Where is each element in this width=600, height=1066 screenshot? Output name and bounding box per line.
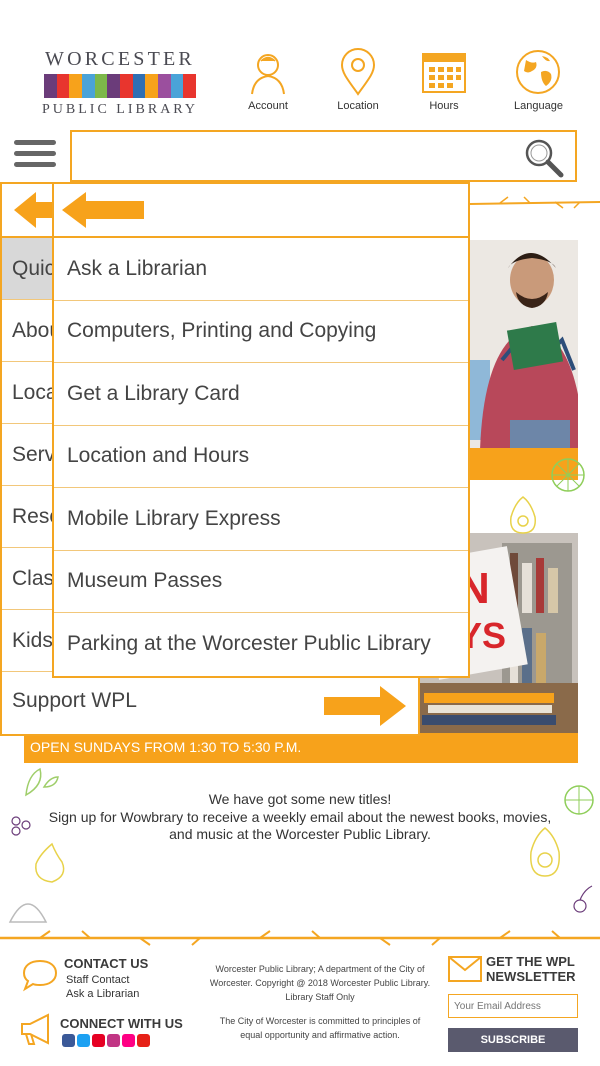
menu-item-label: Support WPL xyxy=(12,689,137,712)
forward-arrow-icon[interactable] xyxy=(322,684,408,728)
flickr-icon[interactable] xyxy=(122,1034,135,1047)
leaf-doodle-icon xyxy=(25,767,59,797)
nav-language[interactable]: Language xyxy=(514,48,563,112)
logo-strip-block xyxy=(132,74,146,98)
submenu-item-label: Computers, Printing and Copying xyxy=(67,319,377,343)
globe-icon xyxy=(516,50,561,94)
envelope-icon xyxy=(448,956,482,982)
nav-account-label: Account xyxy=(248,100,288,112)
avocado-doodle-icon xyxy=(510,496,536,534)
menu-item-label: Kids xyxy=(12,628,53,652)
nav-language-label: Language xyxy=(514,100,563,112)
hamburger-line xyxy=(14,151,56,156)
logo-color-strip xyxy=(44,74,197,98)
megaphone-icon xyxy=(21,1013,49,1045)
logo-strip-block xyxy=(158,74,171,98)
pear-doodle-icon xyxy=(35,842,65,883)
youtube-icon[interactable] xyxy=(137,1034,150,1047)
newsletter-email-input[interactable] xyxy=(448,994,578,1018)
promo-title: We have got some new titles! xyxy=(208,791,392,807)
search-box[interactable] xyxy=(70,130,577,182)
submenu-item-label: Parking at the Worcester Public Library xyxy=(67,632,431,656)
subscribe-button[interactable]: SUBSCRIBE xyxy=(448,1028,578,1052)
chat-bubble-icon xyxy=(22,959,58,992)
submenu-item-label: Mobile Library Express xyxy=(67,506,281,530)
logo-strip-block xyxy=(44,74,57,98)
logo-line-1: WORCESTER xyxy=(45,48,195,70)
nav-account[interactable]: Account xyxy=(244,48,292,112)
instagram-icon[interactable] xyxy=(107,1034,120,1047)
contact-us-heading: CONTACT US xyxy=(64,956,149,971)
submenu-item-label: Location and Hours xyxy=(67,444,250,468)
berries-doodle-icon xyxy=(11,816,31,836)
ask-a-librarian-link[interactable]: Ask a Librarian xyxy=(66,988,139,1000)
search-icon[interactable] xyxy=(523,138,565,178)
twitter-icon[interactable] xyxy=(77,1034,90,1047)
logo-strip-block xyxy=(145,74,159,98)
wowbrary-promo[interactable]: We have got some new titles! Sign up for… xyxy=(40,791,560,844)
account-icon xyxy=(251,54,285,95)
connect-with-us-heading: CONNECT WITH US xyxy=(60,1016,183,1031)
submenu-item-ask-a-librarian[interactable]: Ask a Librarian xyxy=(54,238,468,301)
submenu-item-get-a-library-card[interactable]: Get a Library Card xyxy=(54,363,468,426)
nav-hours-label: Hours xyxy=(429,100,459,112)
decorative-twig xyxy=(470,196,600,209)
melon-slice-doodle-icon xyxy=(8,903,48,923)
facebook-icon[interactable] xyxy=(62,1034,75,1047)
reader-photo xyxy=(470,240,578,450)
submenu-item-museum-passes[interactable]: Museum Passes xyxy=(54,551,468,613)
newsletter-heading-line-2: NEWSLETTER xyxy=(486,969,576,984)
search-input[interactable] xyxy=(78,140,518,174)
submenu-item-mobile-library-express[interactable]: Mobile Library Express xyxy=(54,488,468,551)
submenu-item-label: Ask a Librarian xyxy=(67,256,208,280)
copyright-text: Worcester Public Library; A department o… xyxy=(209,964,431,1002)
location-pin-icon xyxy=(340,48,376,96)
hamburger-line xyxy=(14,162,56,167)
nav-location[interactable]: Location xyxy=(334,48,382,112)
calendar-icon xyxy=(422,53,466,93)
logo-strip-block xyxy=(170,74,184,98)
hamburger-menu-button[interactable] xyxy=(14,140,56,172)
hamburger-line xyxy=(14,140,56,145)
pinterest-icon[interactable] xyxy=(92,1034,105,1047)
nav-hours[interactable]: Hours xyxy=(420,48,468,112)
submenu-item-label: Museum Passes xyxy=(67,569,223,593)
submenu-list: Ask a Librarian Computers, Printing and C… xyxy=(54,238,468,676)
logo-line-2: PUBLIC LIBRARY xyxy=(42,102,198,117)
logo-strip-block xyxy=(82,74,95,98)
footer-divider-twig xyxy=(0,930,600,946)
logo-strip-block xyxy=(183,74,197,98)
submenu-item-label: Get a Library Card xyxy=(67,381,240,405)
submenu-item-computers-printing-and-copying[interactable]: Computers, Printing and Copying xyxy=(54,301,468,363)
staff-contact-link[interactable]: Staff Contact xyxy=(66,974,129,986)
social-icons-row xyxy=(62,1034,150,1047)
logo-strip-block xyxy=(69,74,83,98)
logo-strip-block xyxy=(56,74,70,98)
logo-strip-block xyxy=(94,74,108,98)
submenu-item-parking-at-the-worcester-public-library[interactable]: Parking at the Worcester Public Library xyxy=(54,613,468,676)
submenu-item-location-and-hours[interactable]: Location and Hours xyxy=(54,426,468,488)
submenu-header xyxy=(54,184,468,238)
cherry-doodle-icon xyxy=(573,885,593,913)
citrus-doodle-icon xyxy=(551,458,585,492)
submenu-panel: Ask a Librarian Computers, Printing and C… xyxy=(52,182,470,678)
logo-strip-block xyxy=(120,74,133,98)
avocado-doodle-icon xyxy=(530,827,560,877)
equal-opportunity-text: The City of Worcester is committed to pr… xyxy=(219,1016,421,1040)
newsletter-heading: GET THE WPL NEWSLETTER xyxy=(486,954,576,984)
promo-body: Sign up for Wowbrary to receive a weekly… xyxy=(48,808,552,843)
newsletter-heading-line-1: GET THE WPL xyxy=(486,954,575,969)
hero-image-reader[interactable] xyxy=(470,240,578,450)
open-sundays-banner: OPEN SUNDAYS FROM 1:30 TO 5:30 P.M. xyxy=(24,733,578,763)
library-logo[interactable]: WORCESTER PUBLIC LIBRARY xyxy=(40,48,200,118)
back-arrow-icon[interactable] xyxy=(12,190,56,230)
logo-strip-block xyxy=(107,74,121,98)
back-arrow-icon[interactable] xyxy=(60,190,146,230)
nav-location-label: Location xyxy=(337,100,379,112)
citrus-doodle-icon xyxy=(564,785,594,815)
site-footer: CONTACT US Staff Contact Ask a Librarian… xyxy=(0,948,600,1066)
